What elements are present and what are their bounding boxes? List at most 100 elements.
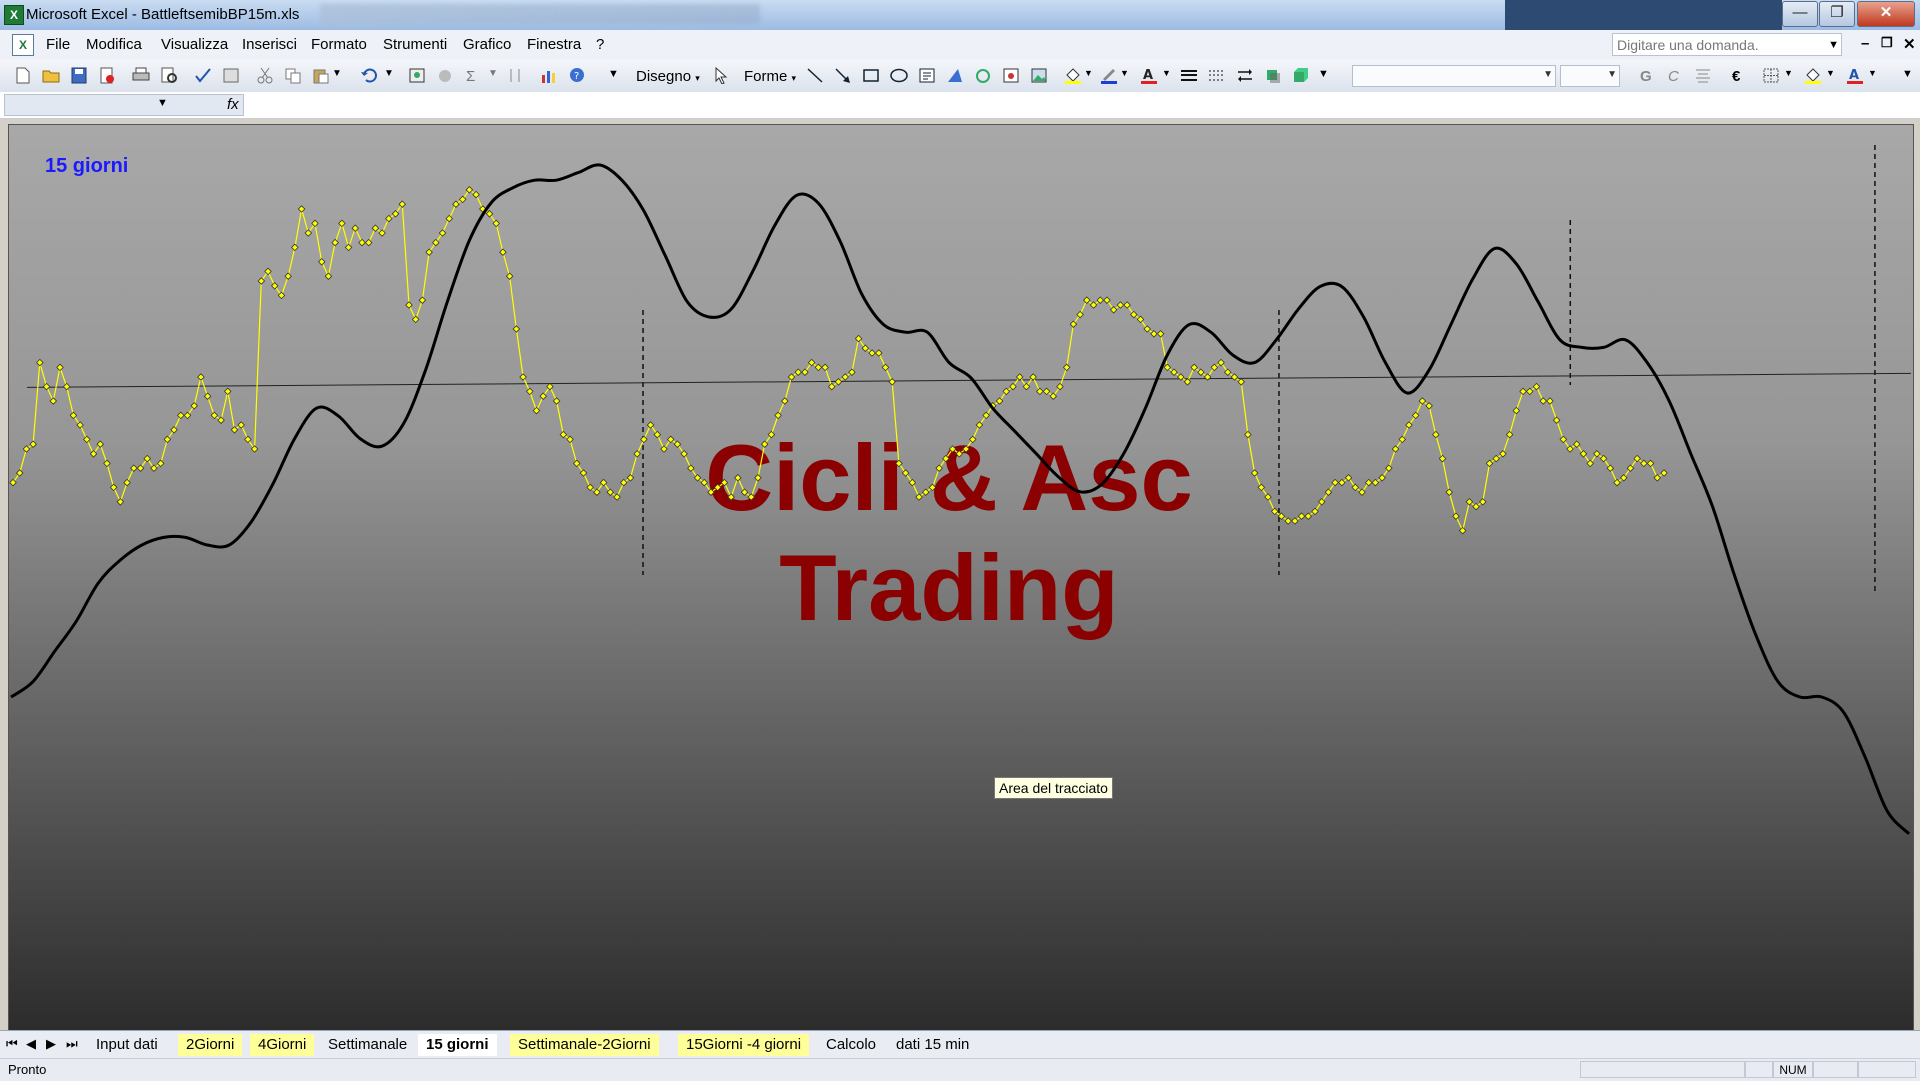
chevron-down-icon[interactable]: ▼	[488, 68, 498, 79]
chevron-down-icon[interactable]: ▼	[1120, 68, 1129, 78]
sheet-tab-2giorni[interactable]: 2Giorni	[178, 1034, 243, 1056]
chevron-down-icon[interactable]: ▼	[1828, 34, 1839, 57]
bold-button[interactable]: G	[1640, 68, 1652, 85]
help-icon[interactable]: ?	[568, 67, 586, 84]
close-window-button[interactable]: ✕	[1857, 1, 1915, 27]
arrow-tool-icon[interactable]	[834, 67, 852, 84]
chevron-down-icon[interactable]: ▼	[157, 97, 168, 109]
euro-icon[interactable]: €	[1732, 68, 1740, 85]
sheet-tab-dati-15-min[interactable]: dati 15 min	[888, 1034, 977, 1056]
menu-visualizza[interactable]: Visualizza	[161, 36, 228, 53]
line-style-icon[interactable]	[1180, 67, 1198, 84]
sheet-tab-settimanale[interactable]: Settimanale	[320, 1034, 415, 1056]
chart-plot[interactable]: Cicli & Asc Trading	[9, 125, 1913, 1030]
autosum-icon[interactable]: Σ	[466, 68, 475, 85]
chevron-down-icon[interactable]: ▼	[1784, 68, 1793, 78]
save-icon[interactable]	[70, 67, 88, 84]
line-color-icon[interactable]	[1100, 67, 1118, 84]
insert-function-button[interactable]: fx	[227, 96, 239, 113]
picture-icon[interactable]	[1030, 67, 1048, 84]
restore-window-button[interactable]: ❐	[1819, 1, 1855, 27]
copy-icon[interactable]	[284, 67, 302, 84]
fill-color-icon[interactable]	[1064, 67, 1082, 84]
excel-app-icon[interactable]: X	[4, 5, 24, 25]
sheet-tab-15-giorni[interactable]: 15 giorni	[418, 1034, 497, 1056]
wordart-icon[interactable]	[946, 67, 964, 84]
chevron-down-icon[interactable]: ▼	[1162, 68, 1171, 78]
sheet-tab-15giorni-4giorni[interactable]: 15Giorni -4 giorni	[678, 1034, 810, 1056]
menu-help[interactable]: ?	[596, 36, 604, 53]
font-color-icon[interactable]: A	[1140, 67, 1158, 84]
menu-grafico[interactable]: Grafico	[463, 36, 511, 53]
doc-minimize-button[interactable]: –	[1861, 35, 1869, 52]
chevron-down-icon[interactable]: ▼	[1543, 69, 1553, 80]
select-objects-icon[interactable]	[712, 67, 730, 84]
workbook-icon[interactable]: X	[12, 34, 34, 56]
paste-icon[interactable]	[312, 67, 330, 84]
font-name-select[interactable]: ▼	[1352, 65, 1556, 87]
permission-icon[interactable]	[98, 67, 116, 84]
3d-style-icon[interactable]	[1292, 67, 1310, 84]
status-panel	[1580, 1061, 1745, 1078]
drawing-menu[interactable]: Disegno ▾	[636, 68, 700, 85]
doc-close-button[interactable]: ✕	[1903, 35, 1916, 53]
oval-tool-icon[interactable]	[890, 67, 908, 84]
menu-finestra[interactable]: Finestra	[527, 36, 581, 53]
toolbar-options-icon[interactable]: ▼	[608, 68, 619, 80]
borders-icon[interactable]	[1762, 67, 1780, 84]
chart-wizard-icon[interactable]	[540, 67, 558, 84]
cell-font-color-icon[interactable]: A	[1846, 67, 1864, 84]
sheet-tab-4giorni[interactable]: 4Giorni	[250, 1034, 315, 1056]
diagram-icon[interactable]	[974, 67, 992, 84]
spelling-icon[interactable]	[194, 67, 212, 84]
font-size-select[interactable]: ▼	[1560, 65, 1620, 87]
rectangle-tool-icon[interactable]	[862, 67, 880, 84]
name-box[interactable]: ▼ fx	[4, 94, 244, 116]
chevron-down-icon[interactable]: ▼	[1826, 68, 1835, 78]
chevron-down-icon[interactable]: ▼	[1084, 68, 1093, 78]
chevron-down-icon[interactable]: ▼	[332, 68, 342, 79]
first-sheet-icon[interactable]: ⏮	[6, 1036, 18, 1052]
status-panel	[1813, 1061, 1858, 1078]
research-icon[interactable]	[222, 67, 240, 84]
shadow-style-icon[interactable]	[1264, 67, 1282, 84]
clipart-icon[interactable]	[1002, 67, 1020, 84]
chevron-down-icon[interactable]: ▼	[1607, 69, 1617, 80]
dash-style-icon[interactable]	[1208, 67, 1226, 84]
next-sheet-icon[interactable]: ▶	[46, 1036, 56, 1052]
toolbar-options-icon[interactable]: ▼	[1318, 68, 1329, 80]
last-sheet-icon[interactable]: ⏭	[66, 1036, 78, 1052]
menu-inserisci[interactable]: Inserisci	[242, 36, 297, 53]
new-document-icon[interactable]	[14, 67, 32, 84]
textbox-tool-icon[interactable]	[918, 67, 936, 84]
chevron-down-icon[interactable]: ▼	[1868, 68, 1877, 78]
sheet-tab-settimanale-2giorni[interactable]: Settimanale-2Giorni	[510, 1034, 659, 1056]
menu-strumenti[interactable]: Strumenti	[383, 36, 447, 53]
print-icon[interactable]	[132, 67, 150, 84]
cell-fill-color-icon[interactable]	[1804, 67, 1822, 84]
align-center-icon[interactable]	[1694, 67, 1712, 84]
sheet-tab-calcolo[interactable]: Calcolo	[818, 1034, 884, 1056]
chevron-down-icon[interactable]: ▼	[384, 68, 394, 79]
chart-area[interactable]: Cicli & Asc Trading 15 giorni Area del t…	[8, 124, 1914, 1031]
menu-file[interactable]: File	[46, 36, 70, 53]
line-tool-icon[interactable]	[806, 67, 824, 84]
doc-restore-button[interactable]: ❐	[1881, 35, 1893, 51]
undo-icon[interactable]	[360, 67, 378, 84]
sheet-tab-input-dati[interactable]: Input dati	[88, 1034, 166, 1056]
minimize-window-button[interactable]: —	[1782, 1, 1818, 27]
cut-icon[interactable]	[256, 67, 274, 84]
print-preview-icon[interactable]	[160, 67, 178, 84]
sort-icon[interactable]	[506, 67, 524, 84]
italic-button[interactable]: C	[1668, 68, 1679, 85]
menu-formato[interactable]: Formato	[311, 36, 367, 53]
open-folder-icon[interactable]	[42, 67, 60, 84]
shapes-menu[interactable]: Forme ▾	[744, 68, 796, 85]
previous-sheet-icon[interactable]: ◀	[26, 1036, 36, 1052]
help-search-input[interactable]: Digitare una domanda. ▼	[1612, 33, 1842, 56]
hyperlink-icon[interactable]	[408, 67, 426, 84]
toolbar-options-icon[interactable]: ▼	[1902, 68, 1913, 80]
menu-modifica[interactable]: Modifica	[86, 36, 142, 53]
arrow-style-icon[interactable]	[1236, 67, 1254, 84]
ink-icon[interactable]	[436, 67, 454, 84]
